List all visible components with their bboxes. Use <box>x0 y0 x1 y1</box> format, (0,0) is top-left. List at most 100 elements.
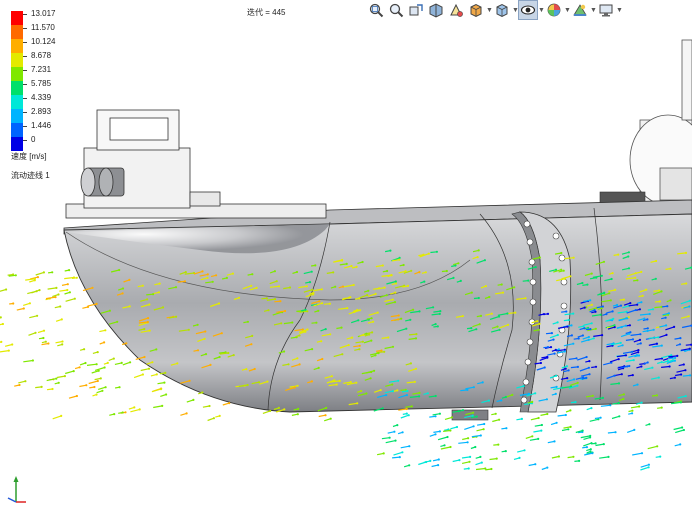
flow-arrow-head <box>592 337 595 340</box>
flow-arrow-head <box>334 285 337 288</box>
flow-arrow-head <box>434 433 437 436</box>
flow-arrow-head <box>466 441 469 444</box>
flow-arrow-head <box>631 409 634 412</box>
flow-arrow-head <box>659 455 662 458</box>
flow-arrow-head <box>164 371 167 374</box>
flow-arrow-head <box>682 363 685 366</box>
flow-arrow-head <box>405 412 408 415</box>
legend-color-band <box>11 123 23 137</box>
previous-view-icon[interactable] <box>406 0 426 20</box>
flow-arrow-head <box>381 264 384 267</box>
flow-arrow-head <box>540 423 544 427</box>
flow-arrow-head <box>554 392 557 395</box>
flow-arrow-head <box>356 308 359 312</box>
flow-arrow-head <box>543 366 546 369</box>
flow-arrow-head <box>225 276 228 279</box>
flow-arrow-head <box>325 406 328 409</box>
flow-arrow-head <box>391 298 394 301</box>
flow-arrow-head <box>621 344 624 347</box>
view-settings-icon[interactable] <box>596 0 616 20</box>
flow-arrow-head <box>267 309 270 312</box>
flow-arrow-head <box>572 312 575 315</box>
flow-arrow-head <box>660 361 663 364</box>
flow-arrow-head <box>418 395 421 398</box>
flow-arrow-head <box>487 399 490 402</box>
display-style-icon[interactable] <box>492 0 512 20</box>
flow-arrow-head <box>295 270 299 274</box>
legend-color-band <box>11 95 23 109</box>
zoom-area-icon[interactable] <box>386 0 406 20</box>
flow-arrow-head <box>461 409 465 412</box>
flow-arrow <box>153 405 163 409</box>
flow-arrow-head <box>641 294 644 297</box>
flow-arrow-head <box>183 280 186 283</box>
flow-arrow-head <box>163 381 166 384</box>
apply-scene-icon[interactable] <box>570 0 590 20</box>
flow-arrow-head <box>477 249 480 252</box>
flow-arrow <box>611 415 620 420</box>
flow-arrow-head <box>367 289 370 292</box>
flow-arrow-head <box>187 328 190 331</box>
flow-arrow-head <box>159 388 163 391</box>
flow-arrow-head <box>426 392 429 395</box>
zoom-to-fit-icon[interactable] <box>366 0 386 20</box>
flow-arrow-head <box>146 320 149 324</box>
flow-arrow-head <box>638 405 641 408</box>
flow-arrow-head <box>607 455 610 458</box>
flow-arrow-head <box>401 451 404 454</box>
flow-arrow-head <box>658 300 662 303</box>
flow-arrow-head <box>646 329 649 332</box>
flow-arrow <box>517 449 525 453</box>
flow-arrow-head <box>409 318 412 321</box>
flow-arrow-head <box>211 280 214 283</box>
flow-arrow-head <box>555 421 558 424</box>
hide-show-items-icon[interactable] <box>518 0 538 20</box>
flow-arrow <box>408 333 417 336</box>
edit-appearance-icon[interactable] <box>544 0 564 20</box>
flow-arrow-head <box>196 349 200 352</box>
flow-arrow-head <box>310 380 313 383</box>
flow-arrow-head <box>108 309 111 312</box>
flow-arrow-head <box>175 315 178 318</box>
flow-arrow-head <box>522 385 525 388</box>
flow-arrow-head <box>484 467 487 470</box>
flow-arrow-head <box>490 467 493 471</box>
view-orientation-icon[interactable] <box>466 0 486 20</box>
flow-arrow-head <box>128 305 131 308</box>
flow-arrow-head <box>616 303 619 307</box>
flow-arrow-head <box>640 452 644 455</box>
flow-arrow-head <box>679 401 683 404</box>
flow-arrow-head <box>679 337 682 340</box>
flow-arrow-head <box>237 296 241 299</box>
flow-arrow-head <box>203 337 206 340</box>
flow-arrow <box>437 436 448 441</box>
flow-arrow-head <box>365 332 368 335</box>
flow-arrow-head <box>591 394 594 397</box>
flow-arrow-head <box>654 277 657 280</box>
flow-arrow <box>130 408 140 413</box>
flow-arrow-head <box>250 284 253 287</box>
flow-arrow-head <box>589 299 592 302</box>
flow-arrow-head <box>479 434 482 437</box>
flow-arrow-head <box>679 443 682 446</box>
flow-arrow-head <box>468 460 471 463</box>
section-view-icon[interactable] <box>426 0 446 20</box>
graphics-viewport[interactable] <box>0 0 692 504</box>
flow-arrow-head <box>575 357 578 360</box>
flow-arrow-head <box>165 393 168 396</box>
flow-arrow <box>0 350 9 353</box>
flow-arrow-head <box>655 394 659 397</box>
flow-arrow-head <box>72 370 75 373</box>
legend-tick-label: 10.124 <box>31 37 56 46</box>
legend-color-band <box>11 109 23 123</box>
flow-arrow-head <box>324 328 327 331</box>
legend-tick-label: 7.231 <box>31 65 52 74</box>
flow-arrow-head <box>614 431 617 434</box>
chevron-down-icon[interactable]: ▼ <box>616 7 623 14</box>
flow-arrow-head <box>617 358 620 361</box>
dynamic-annotation-icon[interactable] <box>446 0 466 20</box>
flow-arrow-head <box>537 437 540 440</box>
flow-arrow <box>458 441 468 444</box>
flow-arrow-head <box>576 384 579 387</box>
flow-arrow-head <box>461 315 464 318</box>
